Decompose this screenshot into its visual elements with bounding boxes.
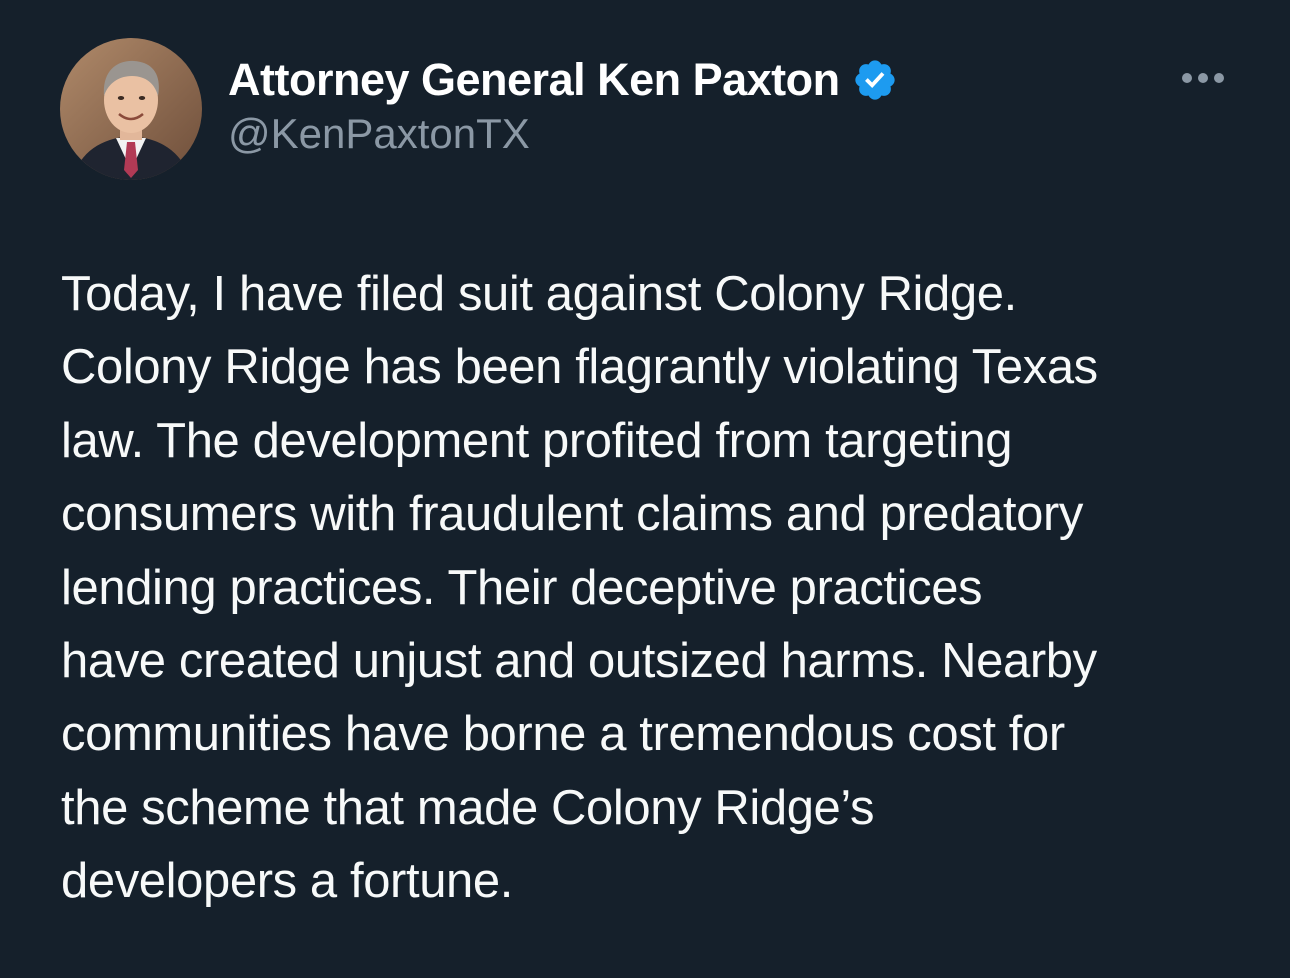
tweet-text-line: communities have borne a tremendous cost… [61, 707, 1065, 762]
tweet-text-line: Colony Ridge has been flagrantly violati… [61, 340, 1098, 395]
tweet-text-line: have created unjust and outsized harms. … [61, 634, 1097, 689]
tweet-text: Today, I have filed suit against Colony … [61, 258, 1246, 919]
tweet-text-line: the scheme that made Colony Ridge’s [61, 780, 875, 835]
author-handle[interactable]: @KenPaxtonTX [228, 110, 530, 158]
author-name-row: Attorney General Ken Paxton [228, 52, 898, 108]
tweet-text-line: law. The development profited from targe… [61, 413, 1013, 468]
tweet-card: Attorney General Ken Paxton @KenPaxtonTX… [0, 0, 1290, 978]
verified-badge-icon[interactable] [852, 57, 898, 103]
tweet-text-line: consumers with fraudulent claims and pre… [61, 487, 1083, 542]
more-options-icon [1182, 73, 1224, 83]
tweet-text-line: developers a fortune. [61, 854, 513, 909]
tweet-text-line: lending practices. Their deceptive pract… [61, 560, 983, 615]
avatar[interactable] [60, 38, 202, 180]
more-options-button[interactable] [1176, 60, 1230, 96]
tweet-text-line: Today, I have filed suit against Colony … [61, 267, 1017, 321]
profile-photo-icon [60, 38, 202, 180]
author-display-name[interactable]: Attorney General Ken Paxton [228, 54, 840, 106]
